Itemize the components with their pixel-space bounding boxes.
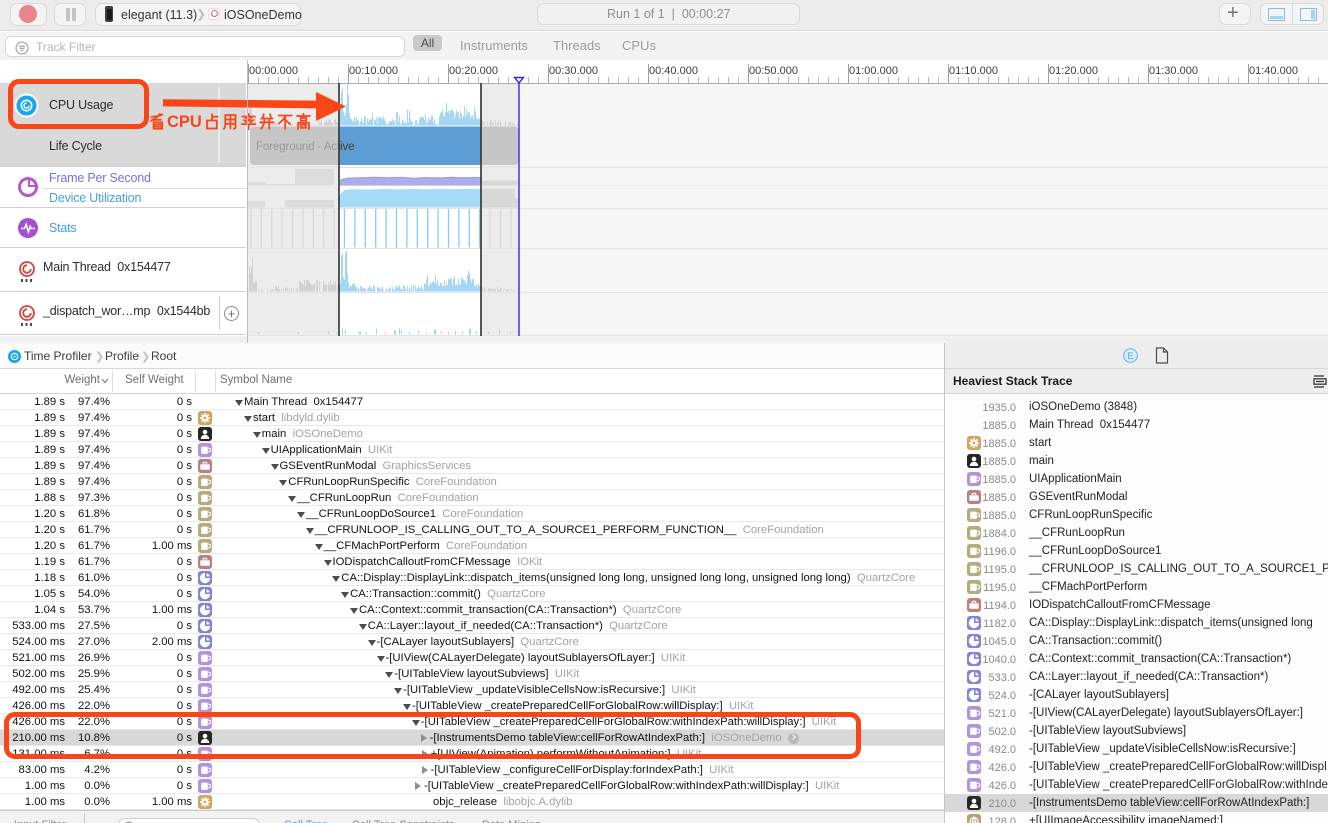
svg-text:00:20.000: 00:20.000 (449, 65, 498, 77)
svg-text:00:40.000: 00:40.000 (649, 65, 698, 77)
svg-text:00:50.000: 00:50.000 (749, 65, 798, 77)
svg-text:01:10.000: 01:10.000 (949, 65, 998, 77)
svg-text:01:40.000: 01:40.000 (1249, 65, 1298, 77)
svg-text:00:30.000: 00:30.000 (549, 65, 598, 77)
svg-text:CPU: CPU (167, 113, 202, 131)
svg-text:01:00.000: 01:00.000 (849, 65, 898, 77)
svg-text:00:10.000: 00:10.000 (349, 65, 398, 77)
svg-text:00:00.000: 00:00.000 (249, 65, 298, 77)
svg-text:01:20.000: 01:20.000 (1049, 65, 1098, 77)
svg-text:E: E (1127, 351, 1133, 361)
svg-text:01:30.000: 01:30.000 (1149, 65, 1198, 77)
